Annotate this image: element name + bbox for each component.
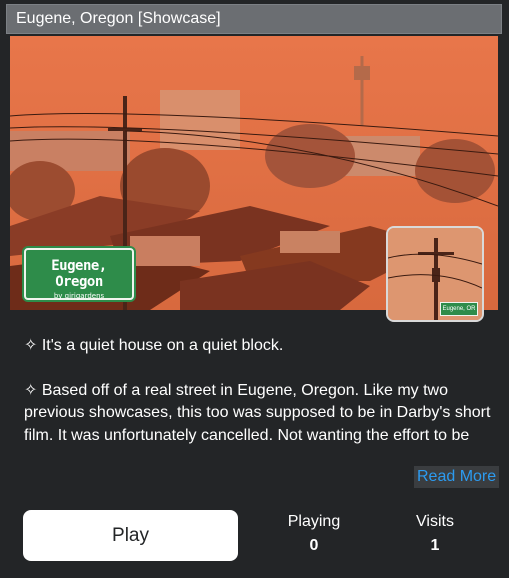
title-bar: Eugene, Oregon [Showcase] [0,0,509,36]
read-more-link[interactable]: Read More [414,466,500,488]
sign-title: Eugene, Oregon [51,258,107,290]
stat-playing: Playing 0 [275,513,353,555]
location-sign: Eugene, Oregon by qirigardens [24,248,134,300]
description-line-2: ✧ Based off of a real street in Eugene, … [24,381,491,444]
stat-visits: Visits 1 [400,513,470,555]
description: ✧ It's a quiet house on a quiet block. ✧… [24,335,498,447]
stat-playing-value: 0 [309,537,319,554]
stat-playing-label: Playing [287,513,341,530]
description-line-1: ✧ It's a quiet house on a quiet block. [24,337,284,354]
stat-visits-value: 1 [430,537,440,554]
experience-title: Eugene, Oregon [Showcase] [6,4,502,34]
thumbnail-inset[interactable]: Eugene, OR [386,226,484,322]
stat-visits-label: Visits [416,513,454,530]
play-button[interactable]: Play [23,510,238,561]
inset-sign: Eugene, OR [440,302,478,316]
sign-subtitle: by qirigardens [53,292,105,300]
